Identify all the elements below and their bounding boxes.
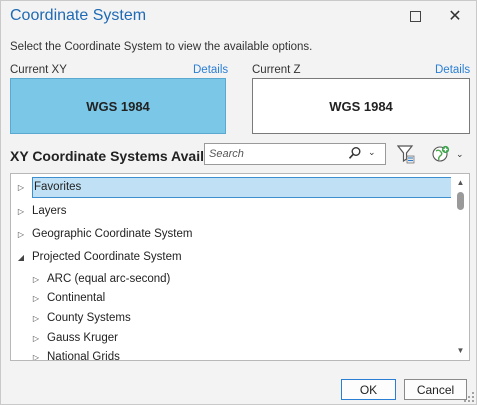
collapsed-triangle-icon[interactable]: ▷	[16, 183, 26, 192]
tree-item[interactable]: ▷ ARC (equal arc-second)	[11, 269, 451, 289]
globe-add-icon	[432, 145, 450, 162]
maximize-button[interactable]	[402, 5, 428, 27]
coordinate-system-dialog: Coordinate System ✕ Select the Coordinat…	[0, 0, 477, 405]
instructions-text: Select the Coordinate System to view the…	[10, 41, 313, 53]
current-z-value: WGS 1984	[329, 98, 393, 114]
title-bar: Coordinate System ✕	[1, 1, 476, 33]
collapsed-triangle-icon[interactable]: ▷	[31, 314, 41, 323]
dialog-title: Coordinate System	[10, 7, 147, 24]
scroll-up-icon[interactable]: ▲	[452, 176, 469, 190]
current-xy-label: Current XY	[10, 64, 67, 76]
tree-item-label: Projected Coordinate System	[32, 251, 182, 263]
search-input[interactable]	[209, 146, 339, 161]
search-box[interactable]: ⌄	[204, 143, 386, 165]
tree-item[interactable]: ▷ Continental	[11, 288, 451, 308]
maximize-icon	[409, 10, 421, 22]
tree-item[interactable]: ◢ Projected Coordinate System	[11, 247, 451, 267]
search-options-chevron-down-icon[interactable]: ⌄	[368, 147, 376, 158]
current-xy-value: WGS 1984	[86, 98, 150, 114]
ok-button[interactable]: OK	[341, 379, 396, 400]
current-z-label: Current Z	[252, 64, 301, 76]
scroll-thumb[interactable]	[457, 192, 464, 210]
tree-item[interactable]: ▷ Layers	[11, 201, 451, 221]
tree-item[interactable]: ▷ Geographic Coordinate System	[11, 224, 451, 244]
collapsed-triangle-icon[interactable]: ▷	[31, 294, 41, 303]
close-button[interactable]: ✕	[442, 5, 468, 27]
current-z-box[interactable]: WGS 1984	[252, 78, 470, 134]
current-xy-box[interactable]: WGS 1984	[10, 78, 226, 134]
resize-grip-icon[interactable]	[463, 391, 475, 403]
tree-scrollbar[interactable]: ▲ ▼	[452, 174, 469, 360]
cancel-button[interactable]: Cancel	[404, 379, 467, 400]
tree-item[interactable]: ▷ National Grids	[11, 347, 451, 360]
scroll-down-icon[interactable]: ▼	[452, 344, 469, 358]
tree-item-label: County Systems	[47, 312, 131, 324]
tree-items: ▷ Favorites ▷ Layers ▷ Geographic Coordinate …	[11, 174, 451, 360]
tree-item-label: National Grids	[47, 351, 120, 360]
collapsed-triangle-icon[interactable]: ▷	[31, 353, 41, 361]
coordinate-system-tree[interactable]: ▷ Favorites ▷ Layers ▷ Geographic Coordinate …	[10, 173, 470, 361]
tree-item-label: ARC (equal arc-second)	[47, 273, 171, 285]
tree-item-label: Layers	[32, 205, 67, 217]
tree-item-label: Geographic Coordinate System	[32, 228, 193, 240]
tree-item[interactable]: ▷ County Systems	[11, 308, 451, 328]
close-icon: ✕	[448, 8, 462, 25]
collapsed-triangle-icon[interactable]: ▷	[16, 230, 26, 239]
add-coordinate-system-button[interactable]: ⌄	[432, 143, 466, 165]
tree-item-label: Continental	[47, 292, 106, 304]
collapsed-triangle-icon[interactable]: ▷	[16, 207, 26, 216]
filter-button[interactable]	[397, 143, 417, 165]
chevron-down-icon: ⌄	[456, 148, 464, 159]
tree-item[interactable]: ▷ Favorites	[11, 176, 451, 198]
current-z-details-link[interactable]: Details	[435, 64, 470, 76]
tree-item[interactable]: ▷ Gauss Kruger	[11, 328, 451, 348]
tree-item-label: Gauss Kruger	[47, 332, 118, 344]
available-systems-title: XY Coordinate Systems Available	[10, 148, 233, 164]
current-xy-details-link[interactable]: Details	[193, 64, 228, 76]
filter-icon	[397, 145, 415, 164]
expanded-triangle-icon[interactable]: ◢	[16, 253, 26, 262]
tree-item-label: Favorites	[32, 176, 451, 198]
search-icon[interactable]	[348, 146, 362, 160]
collapsed-triangle-icon[interactable]: ▷	[31, 334, 41, 343]
collapsed-triangle-icon[interactable]: ▷	[31, 275, 41, 284]
